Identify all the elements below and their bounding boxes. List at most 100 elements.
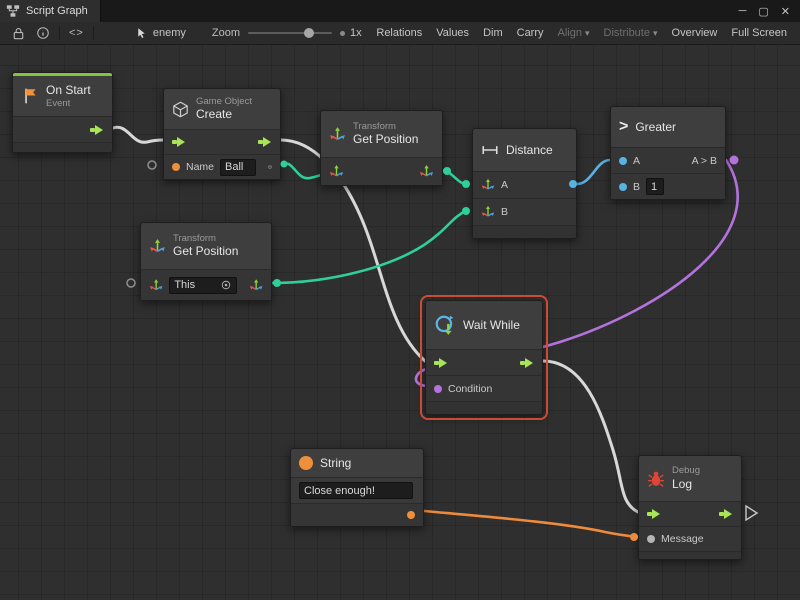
node-header: Wait While xyxy=(426,301,542,349)
flow-input-port[interactable] xyxy=(172,136,186,148)
graph-canvas[interactable]: On Start Event Game Object Create Name xyxy=(0,45,800,600)
dim-button[interactable]: Dim xyxy=(476,22,510,44)
cube-icon xyxy=(172,101,189,118)
vector3-output-port[interactable] xyxy=(249,278,263,293)
transform-input-port[interactable] xyxy=(329,164,344,179)
transform-input-port[interactable] xyxy=(149,278,163,293)
node-debug-log[interactable]: Debug Log Message xyxy=(638,455,742,560)
zoom-value: 1x xyxy=(350,27,362,39)
node-header: Distance xyxy=(473,129,576,171)
fullscreen-button[interactable]: Full Screen xyxy=(724,22,794,44)
window-titlebar: Script Graph ─ ▢ ✕ xyxy=(0,0,800,22)
flow-output-port[interactable] xyxy=(520,357,534,369)
flow-input-port[interactable] xyxy=(434,357,448,369)
node-subtitle: Game Object xyxy=(196,96,252,108)
node-title: Get Position xyxy=(353,132,418,147)
script-graph-icon xyxy=(6,4,20,18)
message-input-port[interactable] xyxy=(647,535,655,543)
values-button[interactable]: Values xyxy=(429,22,476,44)
window-title: Script Graph xyxy=(26,5,88,17)
node-header: Transform Get Position xyxy=(321,111,442,157)
zoom-reset-dot[interactable] xyxy=(340,31,345,36)
node-subtitle: Event xyxy=(46,98,91,110)
clock-icon xyxy=(434,314,456,336)
chevron-down-icon: ▾ xyxy=(653,28,658,39)
vector3-output-port[interactable] xyxy=(419,164,434,179)
align-button[interactable]: Align ▾ xyxy=(551,22,597,44)
node-title: Distance xyxy=(506,143,553,157)
vector3-input-a-port[interactable] xyxy=(481,178,495,192)
flow-input-port[interactable] xyxy=(647,508,661,520)
wire-string-to-message[interactable] xyxy=(424,511,638,537)
name-value-field[interactable] xyxy=(220,159,256,176)
node-subtitle: Transform xyxy=(173,233,238,245)
node-title: Greater xyxy=(635,120,676,134)
lock-icon[interactable] xyxy=(6,22,31,44)
graph-toolbar: <> enemy Zoom 1x Relations Values Dim Ca… xyxy=(0,22,800,45)
target-dropdown[interactable]: This xyxy=(169,277,236,294)
condition-label: Condition xyxy=(448,383,492,395)
input-a-label: A xyxy=(501,179,508,191)
target-icon xyxy=(220,279,232,291)
b-value-field[interactable] xyxy=(646,178,664,195)
node-distance[interactable]: Distance A B xyxy=(472,128,577,239)
node-get-position-top[interactable]: Transform Get Position xyxy=(320,110,443,186)
node-get-position-left[interactable]: Transform Get Position This xyxy=(140,222,272,301)
string-output-port[interactable] xyxy=(407,511,415,519)
node-header: Transform Get Position xyxy=(141,223,271,269)
node-subtitle: Debug xyxy=(672,465,700,477)
node-title: Create xyxy=(196,107,252,122)
node-gameobject-create[interactable]: Game Object Create Name xyxy=(163,88,281,180)
maximize-icon[interactable]: ▢ xyxy=(758,5,768,18)
node-title: Get Position xyxy=(173,244,238,259)
distribute-button[interactable]: Distribute ▾ xyxy=(597,22,665,44)
info-icon[interactable] xyxy=(31,22,55,44)
wire-distance-to-greater-a[interactable] xyxy=(577,160,610,184)
flow-output-port[interactable] xyxy=(258,136,272,148)
graph-breadcrumb-name[interactable]: enemy xyxy=(153,27,186,39)
gameobject-output-port[interactable] xyxy=(268,160,272,174)
name-label: Name xyxy=(186,161,214,173)
flow-output-port[interactable] xyxy=(719,508,733,520)
bug-icon xyxy=(647,470,665,488)
zoom-slider[interactable] xyxy=(248,32,332,34)
close-icon[interactable]: ✕ xyxy=(781,5,790,18)
tab-script-graph[interactable]: Script Graph xyxy=(0,0,101,22)
input-a-port[interactable] xyxy=(619,157,627,165)
node-wait-while[interactable]: Wait While Condition xyxy=(425,300,543,415)
node-subtitle: Transform xyxy=(353,121,418,133)
cursor-icon xyxy=(130,22,153,44)
node-string-literal[interactable]: String xyxy=(290,448,424,527)
vector3-input-b-port[interactable] xyxy=(481,205,495,219)
result-label: A > B xyxy=(692,155,717,167)
zoom-slider-knob[interactable] xyxy=(304,28,314,38)
flag-icon xyxy=(21,87,39,105)
transform-icon xyxy=(149,238,166,255)
condition-input-port[interactable] xyxy=(434,385,442,393)
string-value-field[interactable] xyxy=(299,482,413,499)
toolbar-separator xyxy=(93,26,94,40)
relations-button[interactable]: Relations xyxy=(369,22,429,44)
node-title: On Start xyxy=(46,83,91,98)
wire-flow-waitwhile-to-log[interactable] xyxy=(543,361,638,512)
node-on-start-event[interactable]: On Start Event xyxy=(12,72,113,153)
node-header: > Greater xyxy=(611,107,725,147)
string-icon xyxy=(299,456,313,470)
wire-getposition-to-distance-b[interactable] xyxy=(272,211,466,283)
transform-icon xyxy=(329,126,346,143)
flow-output-port[interactable] xyxy=(90,124,104,136)
minimize-icon[interactable]: ─ xyxy=(739,5,747,18)
target-value: This xyxy=(174,279,195,291)
carry-button[interactable]: Carry xyxy=(510,22,551,44)
code-icon[interactable]: <> xyxy=(64,22,89,44)
zoom-label: Zoom xyxy=(212,27,240,39)
input-a-label: A xyxy=(633,155,640,167)
wire-getposition-to-distance-a[interactable] xyxy=(443,171,466,184)
node-header: Game Object Create xyxy=(164,89,280,129)
wire-flow-onstart-to-create[interactable] xyxy=(113,127,163,142)
node-greater[interactable]: > Greater A A > B B xyxy=(610,106,726,200)
name-input-port[interactable] xyxy=(172,163,180,171)
input-b-port[interactable] xyxy=(619,183,627,191)
node-title: Wait While xyxy=(463,318,520,332)
overview-button[interactable]: Overview xyxy=(665,22,725,44)
